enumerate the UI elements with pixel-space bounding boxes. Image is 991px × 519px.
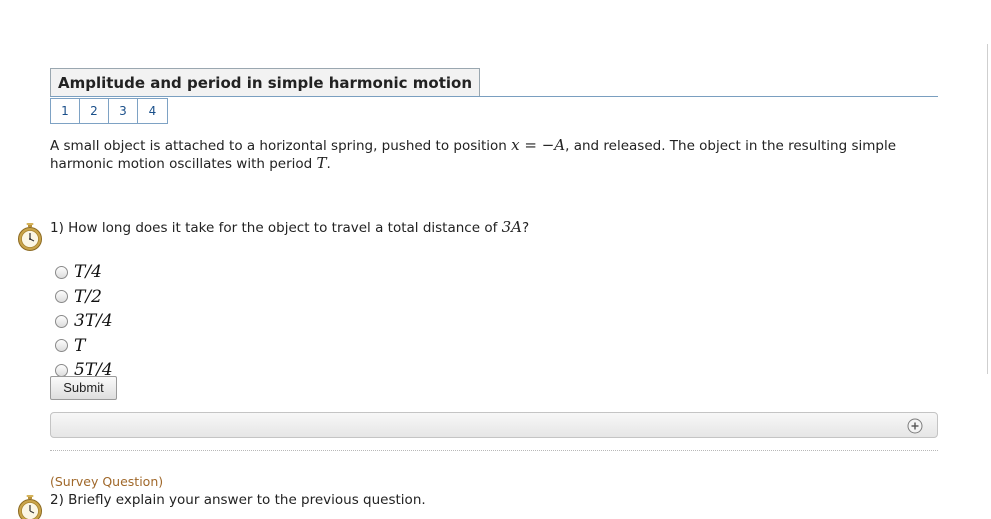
plus-circle-icon[interactable]: [907, 418, 923, 434]
problem-title: Amplitude and period in simple harmonic …: [50, 68, 481, 96]
survey-question-label: (Survey Question): [50, 474, 164, 489]
intro-text-end: .: [326, 156, 331, 172]
part-tab-1[interactable]: 1: [51, 99, 80, 123]
question-2: 2) Briefly explain your answer to the pr…: [50, 492, 426, 508]
choice-label: T/4: [74, 262, 102, 283]
problem-title-text: Amplitude and period in simple harmonic …: [58, 74, 473, 92]
radio-button[interactable]: [55, 314, 68, 328]
choice-label: 3T/4: [74, 311, 113, 332]
part-tab-3[interactable]: 3: [109, 99, 138, 123]
question-1-suffix: ?: [522, 220, 530, 236]
choice-row[interactable]: T/2: [55, 285, 113, 310]
question-1-math: 3A: [501, 218, 523, 236]
stopwatch-icon: [18, 495, 42, 519]
part-tab-2[interactable]: 2: [80, 99, 109, 123]
radio-button[interactable]: [55, 265, 68, 279]
choice-row[interactable]: 3T/4: [55, 309, 113, 334]
part-tab-4[interactable]: 4: [138, 99, 167, 123]
submit-button[interactable]: Submit: [50, 376, 117, 400]
choice-label: T: [74, 335, 86, 356]
radio-button[interactable]: [55, 290, 68, 304]
intro-text-before: A small object is attached to a horizont…: [50, 138, 512, 154]
radio-button[interactable]: [55, 363, 68, 377]
intro-math-period: T: [316, 154, 327, 172]
problem-intro: A small object is attached to a horizont…: [50, 137, 940, 173]
answer-choices: T/4 T/2 3T/4 T 5T/4: [55, 260, 113, 383]
question-1: 1) How long does it take for the object …: [50, 219, 529, 237]
choice-label: T/2: [74, 286, 102, 307]
stopwatch-icon: [18, 223, 42, 251]
radio-button[interactable]: [55, 339, 68, 353]
problem-page: Amplitude and period in simple harmonic …: [0, 0, 991, 519]
expand-panel-bar[interactable]: [50, 412, 938, 438]
question-1-prefix: 1) How long does it take for the object …: [50, 220, 502, 236]
choice-row[interactable]: T: [55, 334, 113, 359]
section-separator: [50, 450, 938, 451]
choice-row[interactable]: T/4: [55, 260, 113, 285]
title-divider: [50, 96, 938, 97]
part-tabs: 1 2 3 4: [50, 98, 168, 124]
scroll-edge: [987, 44, 988, 374]
intro-math-position: x = −A: [511, 136, 566, 154]
